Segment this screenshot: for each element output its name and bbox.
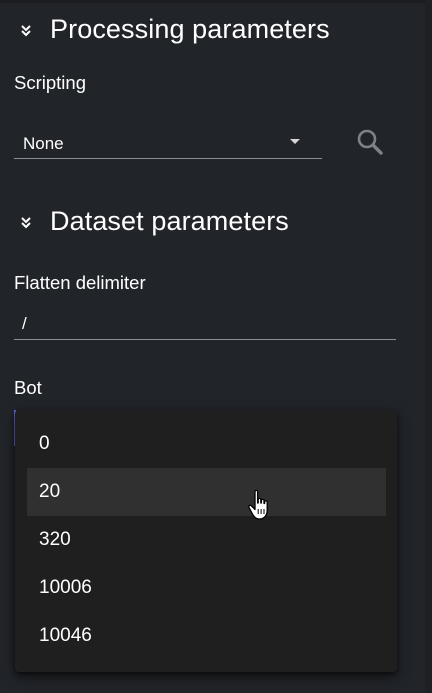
processing-parameters-header[interactable]: Processing parameters: [18, 14, 330, 45]
bot-option[interactable]: 10006: [27, 564, 386, 612]
bot-option-label: 10006: [39, 577, 92, 598]
panel-top-edge: [0, 0, 432, 3]
bot-option-label: 20: [39, 481, 61, 502]
bot-label: Bot: [14, 377, 42, 398]
scripting-select[interactable]: None: [14, 126, 322, 159]
bot-dropdown-menu: 0 20 320 10006 10046: [15, 410, 397, 672]
bot-option-hovered[interactable]: 20: [27, 468, 386, 516]
bot-option-label: 0: [39, 433, 50, 454]
scripting-label: Scripting: [14, 72, 86, 93]
chevrons-down-icon: [21, 24, 31, 36]
scripting-select-value: None: [23, 134, 64, 153]
bot-option-label: 320: [39, 529, 71, 550]
dataset-parameters-title: Dataset parameters: [50, 206, 289, 236]
flatten-delimiter-input[interactable]: /: [14, 307, 396, 340]
bot-option-label: 10046: [39, 625, 92, 646]
panel-scroll-edge: [425, 0, 432, 693]
bot-option[interactable]: 0: [27, 420, 386, 468]
dataset-parameters-header[interactable]: Dataset parameters: [18, 206, 289, 237]
flatten-delimiter-value: /: [22, 314, 27, 333]
processing-parameters-title: Processing parameters: [50, 14, 330, 44]
caret-down-icon: [290, 139, 300, 144]
chevrons-down-icon: [21, 216, 31, 228]
hand-pointer-icon: [248, 489, 268, 520]
bot-option[interactable]: 10046: [27, 612, 386, 660]
bot-option[interactable]: 320: [27, 516, 386, 564]
flatten-delimiter-label: Flatten delimiter: [14, 272, 146, 293]
search-icon[interactable]: [355, 127, 385, 157]
